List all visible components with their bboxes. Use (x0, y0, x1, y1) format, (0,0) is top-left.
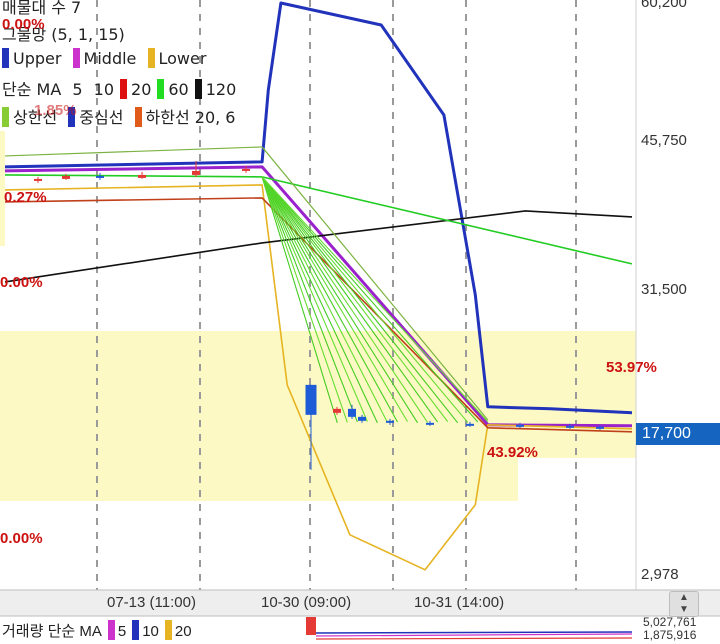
volume-ma-line (315, 631, 633, 634)
vol-ma-10-swatch (132, 620, 140, 640)
ma-60-label: 60 (168, 80, 189, 99)
volume-ma-line (315, 633, 633, 637)
vol-ma-10-label: 10 (142, 623, 159, 640)
candle-body (305, 384, 317, 415)
volume-tick-label: 1,875,916 (643, 628, 697, 642)
ma-60-swatch (194, 79, 202, 99)
axis-scroll-button[interactable]: ▲ ▼ (669, 591, 699, 617)
chevron-up-icon: ▲ (679, 592, 689, 603)
env-center-label: 중심선 (79, 108, 124, 127)
envelope-upper-line (4, 146, 263, 157)
candle-body (516, 424, 524, 427)
bb-upper-label: Upper (13, 49, 62, 68)
env-lower-label: 하한선 20, 6 (145, 108, 236, 127)
ma-20-label: 20 (131, 80, 152, 99)
candle-body (138, 174, 146, 178)
ma-20-swatch (157, 79, 165, 99)
legend-ma: 단순 MA 5 10 20 60 120 (2, 76, 242, 100)
pct-label: 0.27% (4, 189, 47, 206)
vol-ma-20-swatch (164, 620, 172, 640)
bb-middle-label: Middle (83, 49, 137, 68)
volume-tick-label: 5,027,761 (643, 615, 697, 629)
chevron-down-icon: ▼ (679, 604, 689, 615)
pct-label: 1.85% (34, 102, 77, 119)
bb-lower-label: Lower (158, 49, 207, 68)
volume-ma-line (315, 637, 633, 640)
y-tick-label: 2,978 (641, 566, 679, 583)
current-price-tag: 17,700 (636, 423, 720, 445)
pct-label: 0.00% (0, 274, 43, 291)
ma-5-label: 5 (72, 80, 83, 99)
pct-label: 0.00% (2, 16, 45, 33)
y-tick-label: 60,200 (641, 0, 687, 11)
x-tick-label: 07-13 (11:00) (107, 594, 196, 611)
y-tick-label: 45,750 (641, 132, 687, 149)
volume-bar (306, 617, 316, 635)
volume-ma-prefix: 거래량 단순 MA (2, 623, 102, 640)
bb-lower-swatch (147, 48, 155, 68)
bb-middle-swatch (72, 48, 80, 68)
env-lower-swatch (134, 107, 142, 127)
pct-label: 43.92% (487, 444, 538, 461)
bb-upper-swatch (2, 48, 9, 68)
pct-label: 0.00% (0, 530, 43, 547)
candle-body (242, 168, 250, 171)
candle-body (426, 422, 434, 425)
candle-body (34, 178, 42, 181)
candle-body (333, 408, 341, 413)
y-tick-label: 31,500 (641, 281, 687, 298)
ma-10-label: 10 (93, 80, 115, 99)
ma-10-swatch (120, 79, 128, 99)
volume-zone (0, 331, 636, 458)
ma-120-label: 120 (205, 80, 237, 99)
legend-bollinger: Upper Middle Lower (2, 48, 212, 68)
volume-legend: 거래량 단순 MA 5 10 20 (2, 620, 192, 641)
ma-prefix: 단순 MA (2, 80, 62, 99)
x-tick-label: 10-31 (14:00) (414, 594, 505, 611)
candle-body (466, 423, 474, 426)
vol-ma-5-label: 5 (117, 623, 127, 640)
candle-body (192, 170, 200, 175)
candle-body (386, 420, 394, 423)
candle-body (596, 426, 604, 429)
vol-ma-5-swatch (107, 620, 115, 640)
pct-label: 53.97% (606, 359, 657, 376)
candle-body (96, 175, 104, 178)
candle-body (62, 175, 70, 179)
volume-zone (0, 458, 518, 501)
candle-body (358, 416, 366, 421)
env-upper-swatch (2, 107, 9, 127)
vol-ma-20-label: 20 (174, 623, 192, 640)
x-tick-label: 10-30 (09:00) (261, 594, 352, 611)
candle-body (348, 408, 356, 417)
candle-body (566, 425, 574, 428)
